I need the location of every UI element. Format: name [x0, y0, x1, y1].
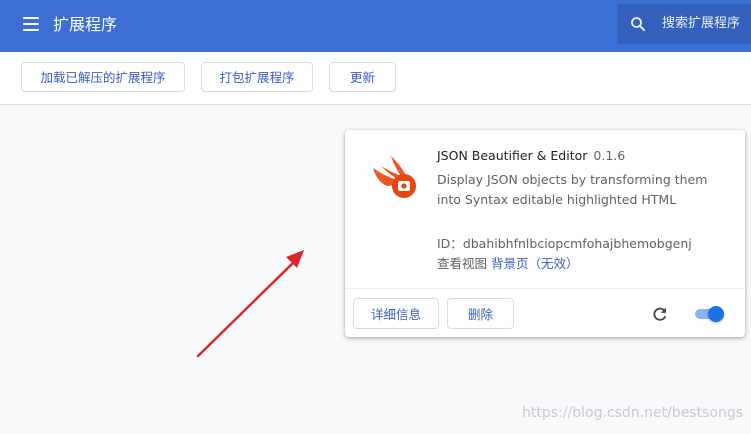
toolbar: 加载已解压的扩展程序 打包扩展程序 更新: [0, 52, 751, 105]
swift-bird-icon: [373, 156, 416, 198]
reload-icon[interactable]: [651, 305, 669, 323]
card-divider: [345, 288, 745, 289]
toggle-knob: [708, 306, 724, 322]
extension-id-label: ID：: [437, 236, 463, 251]
extension-name-line: JSON Beautifier & Editor 0.1.6: [437, 147, 625, 165]
extension-description: Display JSON objects by transforming the…: [437, 172, 708, 207]
enable-toggle[interactable]: [693, 304, 725, 324]
remove-button[interactable]: 删除: [447, 298, 514, 329]
extension-name: JSON Beautifier & Editor: [437, 148, 588, 163]
watermark: https://blog.csdn.net/bestsongs: [522, 405, 743, 421]
extension-id-line: ID：dbahibhfnlbciopcmfohajbhemobgenj: [437, 235, 692, 253]
background-page-link-text: 背景页: [491, 256, 529, 271]
app-header: 扩展程序 搜索扩展程序: [0, 0, 751, 52]
inspect-views-line: 查看视图 背景页（无效）: [437, 255, 579, 273]
inspect-views-label: 查看视图: [437, 256, 488, 271]
search-input[interactable]: 搜索扩展程序: [662, 15, 740, 33]
background-page-status: （无效）: [528, 256, 579, 271]
pack-extension-button[interactable]: 打包扩展程序: [201, 62, 313, 92]
details-button[interactable]: 详细信息: [353, 298, 439, 329]
load-unpacked-button[interactable]: 加载已解压的扩展程序: [21, 62, 185, 92]
red-arrow-annotation: [196, 250, 304, 358]
update-button[interactable]: 更新: [329, 62, 396, 92]
search-icon: [631, 17, 645, 31]
background-page-link[interactable]: 背景页（无效）: [491, 256, 579, 271]
page-title: 扩展程序: [53, 15, 118, 34]
extension-version: 0.1.6: [593, 148, 626, 163]
extension-card: JSON Beautifier & Editor 0.1.6 Display JS…: [345, 130, 745, 337]
search-box[interactable]: 搜索扩展程序: [617, 4, 751, 44]
menu-icon[interactable]: [23, 17, 39, 31]
extension-id: dbahibhfnlbciopcmfohajbhemobgenj: [462, 236, 692, 251]
